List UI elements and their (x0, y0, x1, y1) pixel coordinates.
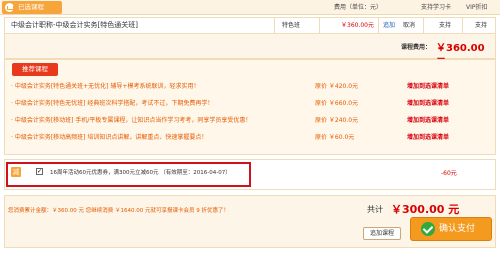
course-class-type: 特色班 (282, 22, 301, 29)
divider (462, 18, 463, 33)
coupon-discount-amount: -60元 (441, 170, 457, 177)
recommended-item-price: 原价 ￥660.0元 (315, 100, 359, 107)
recommended-item: · 中级会计实务[特色无忧班] 经典班次科学搭配，考试不过，下期免费再学！ 原价… (11, 98, 491, 110)
divider (378, 18, 379, 33)
fee-column-header: 费用（单位：元） (334, 4, 383, 11)
recommended-item-price: 原价 ￥60.0元 (315, 134, 355, 141)
recommended-courses-panel: 推荐课程 · 中级会计实务[特色通关班+无忧化] 辅导+模考系统联训，轻求实用！… (4, 59, 496, 155)
recommended-item-title[interactable]: · 中级会计实务[移动高频班] 培训知识点讲解，讲解重点、快速掌握要点！ (11, 132, 207, 144)
vip-support: 支持 (475, 22, 488, 29)
spending-summary: 您消费累计金额：￥360.00 元 您继续消费 ￥1640.00 元就可享报课卡… (8, 208, 229, 214)
recommended-item-title[interactable]: · 中级会计实务[特色通关班+无忧化] 辅导+模考系统联训，轻求实用！ (11, 81, 199, 93)
discount-badge: 减 (11, 167, 21, 177)
recommended-item: · 中级会计实务[特色通关班+无忧化] 辅导+模考系统联训，轻求实用！ 原价 ￥… (11, 81, 491, 93)
recommended-item: · 中级会计实务[移动班] 手机/平板专属课程，让知识点当作学习考考，同享学员享… (11, 115, 491, 127)
recommended-item: · 中级会计实务[移动高频班] 培训知识点讲解，讲解重点、快速掌握要点！ 原价 … (11, 132, 491, 144)
add-to-list-link[interactable]: 增加到选课清单 (407, 98, 449, 110)
add-to-list-link[interactable]: 增加到选课清单 (407, 115, 449, 127)
coupon-description: 16周年活动60元优惠券，满300元立减60元 （有效期至：2016-04-07… (50, 170, 231, 176)
cart-icon (5, 3, 14, 12)
recommended-item-title[interactable]: · 中级会计实务[移动班] 手机/平板专属课程，让知识点当作学习考考，同享学员享… (11, 115, 251, 127)
checkmark-icon (421, 222, 435, 236)
add-to-list-link[interactable]: 增加到选课清单 (407, 81, 449, 93)
recommended-courses-button[interactable]: 推荐课程 (12, 63, 58, 76)
study-card-column-header: 支持学习卡 (421, 4, 452, 11)
confirm-payment-button[interactable]: 确认支付 (410, 217, 492, 241)
recommended-item-title[interactable]: · 中级会计实务[特色无忧班] 经典班次科学搭配，考试不过，下期免费再学！ (11, 98, 213, 110)
study-card-support: 支持 (439, 22, 452, 29)
add-more-courses-button[interactable]: 追加课程 (363, 227, 401, 240)
confirm-payment-label: 确认支付 (439, 224, 476, 234)
course-fee-label: 课程费用： (401, 44, 432, 51)
recommended-item-price: 原价 ￥420.0元 (315, 83, 359, 90)
selected-courses-tab-label: 已选课程 (18, 3, 44, 11)
divider (319, 18, 320, 33)
add-course-link[interactable]: 追加 (383, 18, 395, 33)
total-label: 共计 (367, 205, 383, 214)
course-fee-box: 课程费用： ￥360.00 元 (4, 34, 496, 69)
add-to-list-link[interactable]: 增加到选课清单 (407, 132, 449, 144)
vip-column-header: VIP折扣 (466, 4, 488, 11)
divider (274, 18, 275, 33)
course-row: 中级会计职称-中级会计实务[特色通关班] 特色班 ￥360.00元 追加 取消 … (4, 17, 496, 34)
total-value: ￥300.00 元 (391, 203, 460, 216)
divider (423, 18, 424, 33)
selected-courses-tab[interactable]: 已选课程 (2, 1, 62, 14)
recommended-item-price: 原价 ￥240.0元 (315, 117, 359, 124)
course-name: 中级会计职称-中级会计实务[特色通关班] (11, 21, 138, 29)
coupon-checkbox[interactable]: ✓ (36, 168, 43, 175)
cancel-course-link[interactable]: 取消 (403, 18, 415, 33)
cart-header: 已选课程 费用（单位：元） 支持学习卡 VIP折扣 (0, 0, 500, 15)
course-price: ￥360.00元 (341, 22, 374, 29)
